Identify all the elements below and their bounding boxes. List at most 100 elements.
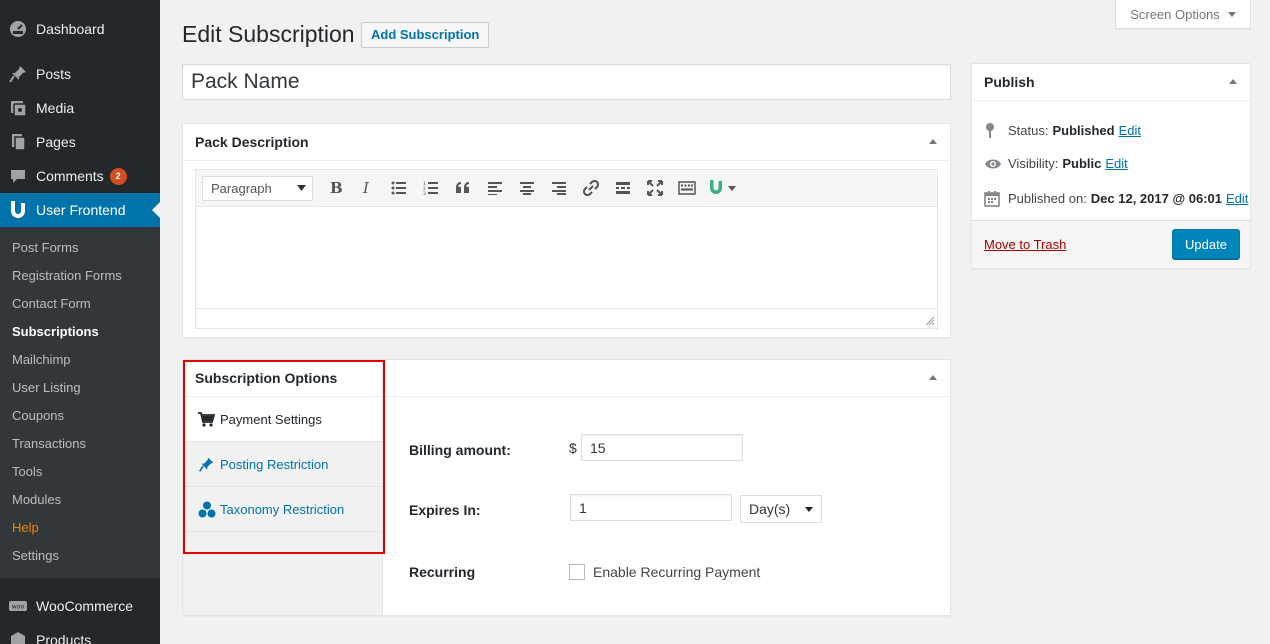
numbered-list-icon[interactable]: 123 [415,174,447,202]
currency-symbol: $ [569,440,577,456]
paragraph-format-select[interactable]: Paragraph [202,175,313,201]
toolbar-toggle-icon[interactable] [671,174,703,202]
editor-content-area[interactable] [196,207,937,308]
products-icon [0,623,36,644]
sidebar-item-products[interactable]: Products [0,623,160,644]
publish-date-row: Published on: Dec 12, 2017 @ 06:01 Edit [984,190,1248,207]
expires-unit-select[interactable]: Day(s) [740,495,822,523]
bullet-list-icon[interactable] [383,174,415,202]
submenu-post-forms[interactable]: Post Forms [0,234,160,262]
sidebar-item-posts[interactable]: Posts [0,57,160,91]
page-title: Edit Subscription [182,21,355,47]
publish-status-row: Status: Published Edit [984,122,1141,139]
svg-text:3: 3 [423,191,426,195]
update-button[interactable]: Update [1172,229,1240,259]
publish-box: Publish Status: Published Edit Visibilit… [971,63,1251,269]
edit-visibility-link[interactable]: Edit [1105,156,1127,171]
align-left-icon[interactable] [479,174,511,202]
billing-amount-label: Billing amount: [409,442,511,458]
expires-in-input[interactable]: 1 [570,494,732,521]
pin-icon [984,122,1008,139]
subscription-options-tabs: Subscription Options Payment Settings Po… [183,360,383,615]
align-center-icon[interactable] [511,174,543,202]
visibility-label: Visibility: [1008,156,1059,171]
collapse-toggle-icon[interactable] [929,375,937,380]
submenu-settings[interactable]: Settings [0,542,160,570]
subscription-options-title: Subscription Options [195,370,338,386]
sidebar-item-label: Dashboard [36,21,105,37]
submenu-modules[interactable]: Modules [0,486,160,514]
screen-options-button[interactable]: Screen Options [1115,0,1251,29]
editor-toolbar: Paragraph B I 123 [196,170,937,207]
collapse-toggle-icon[interactable] [1229,79,1237,84]
media-icon [0,91,36,125]
sidebar-item-label: User Frontend [36,202,126,218]
edit-date-link[interactable]: Edit [1226,191,1248,206]
sidebar-item-dashboard[interactable]: Dashboard [0,12,160,46]
sidebar-item-label: Posts [36,66,72,82]
eye-icon [984,158,1008,170]
published-on-label: Published on: [1008,191,1087,206]
submenu-mailchimp[interactable]: Mailchimp [0,346,160,374]
pack-description-header[interactable]: Pack Description [183,124,950,161]
chevron-down-icon [805,506,813,512]
add-subscription-button[interactable]: Add Subscription [361,22,490,48]
sidebar-item-label: Comments [36,168,104,184]
svg-text:woo: woo [12,604,25,611]
blockquote-icon[interactable] [447,174,479,202]
link-icon[interactable] [575,174,607,202]
tab-posting-restriction[interactable]: Posting Restriction [183,442,382,487]
cart-icon [198,411,220,427]
visibility-value: Public [1062,156,1102,171]
expires-unit-value: Day(s) [749,501,791,517]
submenu-registration-forms[interactable]: Registration Forms [0,262,160,290]
recurring-label: Recurring [409,564,476,580]
fullscreen-icon[interactable] [639,174,671,202]
align-right-icon[interactable] [543,174,575,202]
enable-recurring-label[interactable]: Enable Recurring Payment [593,564,760,580]
tab-payment-settings[interactable]: Payment Settings [183,397,382,442]
publish-header[interactable]: Publish [972,64,1250,101]
publish-visibility-row: Visibility: Public Edit [984,156,1128,171]
admin-sidebar: Dashboard Posts Media Pages Comments 2 U… [0,0,160,644]
sidebar-item-label: Products [36,632,92,644]
tab-taxonomy-restriction[interactable]: Taxonomy Restriction [183,487,382,532]
bold-icon[interactable]: B [319,174,351,202]
pack-description-box: Pack Description Paragraph B I 123 [182,123,951,338]
italic-icon[interactable]: I [351,174,383,202]
submenu-contact-form[interactable]: Contact Form [0,290,160,318]
submenu-tools[interactable]: Tools [0,458,160,486]
sidebar-item-pages[interactable]: Pages [0,125,160,159]
submenu-help[interactable]: Help [0,514,160,542]
rich-text-editor: Paragraph B I 123 [195,169,938,329]
sidebar-item-woocommerce[interactable]: woo WooCommerce [0,589,160,623]
submenu-coupons[interactable]: Coupons [0,402,160,430]
sidebar-item-user-frontend[interactable]: User Frontend [0,193,160,227]
tab-label: Taxonomy Restriction [220,501,345,517]
status-value: Published [1052,123,1115,138]
collapse-toggle-icon[interactable] [929,139,937,144]
billing-amount-input[interactable]: 15 [581,434,743,461]
submenu-user-listing[interactable]: User Listing [0,374,160,402]
edit-status-link[interactable]: Edit [1119,123,1141,138]
pack-description-title: Pack Description [195,134,309,150]
tab-label: Payment Settings [220,411,322,427]
pack-name-input[interactable]: Pack Name [182,64,951,100]
sidebar-item-media[interactable]: Media [0,91,160,125]
dashboard-icon [0,12,36,46]
wpuf-shortcode-icon[interactable] [703,174,743,202]
move-to-trash-link[interactable]: Move to Trash [984,237,1066,252]
resize-handle-icon[interactable] [925,316,935,326]
publish-actions: Move to Trash Update [972,220,1250,268]
enable-recurring-checkbox[interactable] [569,564,585,580]
subscription-options-header-right[interactable] [383,360,950,397]
sidebar-item-label: Media [36,100,75,116]
submenu-subscriptions[interactable]: Subscriptions [0,318,160,346]
sidebar-item-comments[interactable]: Comments 2 [0,159,160,193]
pin-icon [198,456,220,473]
sidebar-item-label: WooCommerce [36,598,133,614]
chevron-down-icon [1227,11,1236,17]
read-more-icon[interactable] [607,174,639,202]
submenu-transactions[interactable]: Transactions [0,430,160,458]
sidebar-item-label: Pages [36,134,76,150]
